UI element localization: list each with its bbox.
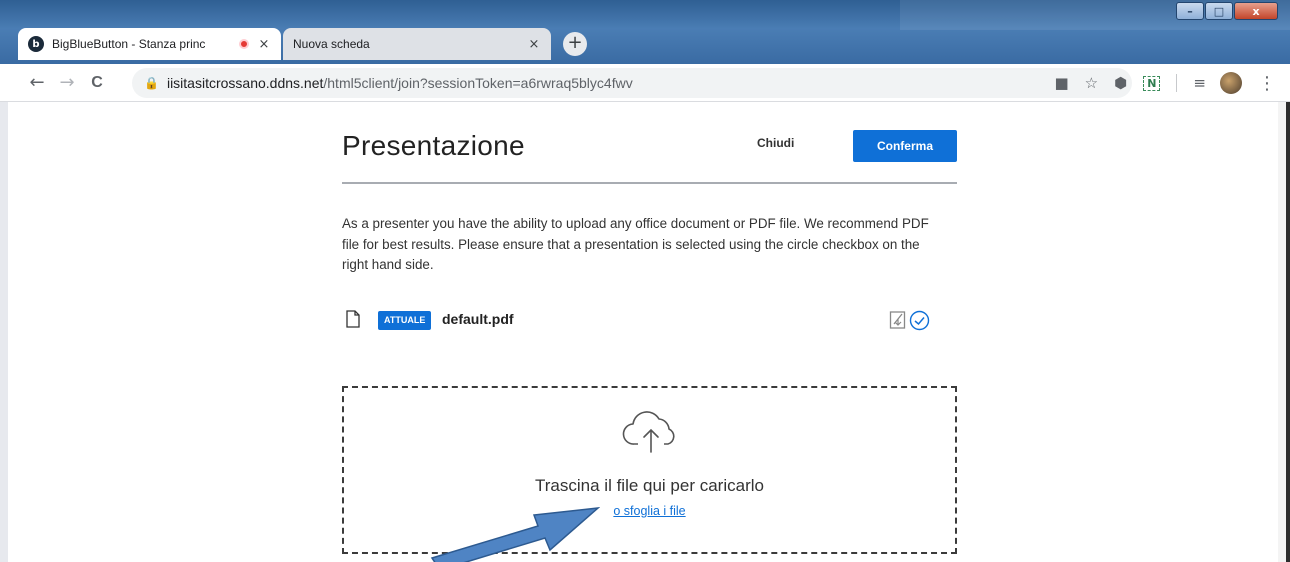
camera-icon[interactable]: ■ (1054, 74, 1068, 92)
n-extension-icon[interactable]: N (1143, 75, 1161, 91)
back-button[interactable]: ← (22, 72, 52, 93)
star-icon[interactable]: ☆ (1085, 74, 1098, 92)
modal-title: Presentazione (342, 130, 525, 161)
presentation-modal: Presentazione Chiudi Conferma As a prese… (342, 102, 957, 562)
current-presentation-check-icon[interactable] (909, 310, 930, 331)
forward-button[interactable]: → (52, 72, 82, 93)
profile-avatar[interactable] (1220, 72, 1242, 94)
minimize-button[interactable]: – (1176, 2, 1204, 20)
presentation-file-row: ATTUALE default.pdf (342, 308, 957, 334)
current-badge: ATTUALE (378, 311, 432, 330)
browser-toolbar: ← → C 🔒 iisitasitcrossano.ddns.net/html5… (0, 64, 1290, 102)
tab-bigbluebutton[interactable]: b BigBlueButton - Stanza princ × (18, 28, 281, 60)
shield-icon[interactable]: ⬢ (1114, 74, 1127, 92)
window-close-button[interactable]: x (1234, 2, 1278, 20)
window-titlebar: b BigBlueButton - Stanza princ × Nuova s… (0, 0, 1290, 64)
maximize-button[interactable]: □ (1205, 2, 1233, 20)
address-bar[interactable]: 🔒 iisitasitcrossano.ddns.net/html5client… (132, 68, 1132, 98)
reading-list-icon[interactable]: ≡ (1193, 74, 1206, 92)
file-icon (346, 310, 360, 328)
tab-title: BigBlueButton - Stanza princ (52, 37, 206, 51)
bigbluebutton-icon: b (28, 36, 44, 52)
menu-icon[interactable]: ⋮ (1258, 73, 1276, 94)
confirm-button[interactable]: Conferma (853, 130, 957, 162)
tab-close-icon[interactable]: × (527, 37, 541, 52)
file-name: default.pdf (442, 311, 514, 327)
tab-new-tab[interactable]: Nuova scheda × (283, 28, 551, 60)
tab-close-icon[interactable]: × (257, 37, 271, 52)
lock-icon: 🔒 (144, 76, 159, 90)
recording-icon (239, 39, 249, 49)
cloud-upload-icon (622, 411, 675, 453)
tab-strip: b BigBlueButton - Stanza princ × Nuova s… (18, 28, 918, 60)
modal-header: Presentazione Chiudi Conferma (342, 102, 957, 184)
reload-button[interactable]: C (82, 74, 112, 92)
close-button[interactable]: Chiudi (757, 136, 794, 150)
dropzone-text: Trascina il file qui per caricarlo (535, 476, 764, 495)
url-host: iisitasitcrossano.ddns.net (166, 75, 324, 91)
left-edge (0, 102, 8, 562)
upload-instructions: As a presenter you have the ability to u… (342, 216, 929, 272)
annotation-arrow-icon (430, 507, 600, 562)
window-controls: – □ x (1175, 2, 1278, 20)
url-path: /html5client/join?sessionToken=a6rwraq5b… (323, 75, 633, 91)
tab-title: Nuova scheda (293, 37, 370, 51)
download-toggle-icon[interactable] (889, 310, 907, 330)
scrollbar-track[interactable] (1278, 102, 1286, 562)
new-tab-button[interactable]: + (563, 32, 587, 56)
toolbar-separator (1176, 74, 1178, 92)
extension-bar: ■ ☆ ⬢ N ≡ ⋮ (1038, 72, 1276, 94)
